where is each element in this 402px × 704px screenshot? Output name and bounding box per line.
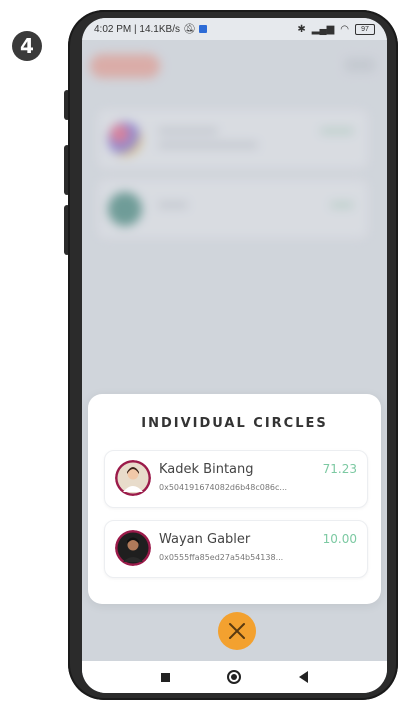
step-badge: 4: [12, 31, 42, 61]
close-icon: [229, 623, 245, 639]
status-time: 4:02 PM | 14.1KB/s: [94, 23, 180, 35]
home-icon[interactable]: [227, 670, 242, 684]
back-icon[interactable]: [299, 671, 309, 683]
circle-value: 71.23: [322, 462, 357, 476]
avatar: [115, 460, 151, 496]
circle-value: 10.00: [322, 532, 357, 546]
signal-icon: ▂▄▆: [311, 23, 335, 35]
wifi-icon: ◠: [340, 23, 349, 35]
close-button[interactable]: [218, 612, 256, 650]
notification-icon: [198, 25, 207, 33]
battery-icon: 97: [355, 23, 375, 35]
circle-member-name: Kadek Bintang: [159, 462, 254, 477]
muted-icon: 🔕︎: [182, 23, 196, 35]
phone-screen: 4:02 PM | 14.1KB/s 🔕︎ ✱ ▂▄▆ ◠ 97 INDIVID…: [82, 18, 387, 693]
status-left: 4:02 PM | 14.1KB/s 🔕︎: [94, 24, 207, 35]
status-right: ✱ ▂▄▆ ◠ 97: [297, 23, 375, 35]
circle-member-name: Wayan Gabler: [159, 532, 251, 547]
modal-title: INDIVIDUAL CIRCLES: [141, 416, 328, 431]
avatar: [115, 530, 151, 566]
recent-apps-icon[interactable]: [160, 672, 170, 682]
status-bar: 4:02 PM | 14.1KB/s 🔕︎ ✱ ▂▄▆ ◠ 97: [82, 18, 387, 40]
individual-circles-modal: INDIVIDUAL CIRCLES Kadek Bintang 0x50419…: [88, 394, 381, 604]
circle-wallet-address: 0x504191674082d6b48c086c...: [159, 483, 288, 492]
bluetooth-icon: ✱: [297, 23, 306, 35]
circle-list-item[interactable]: Wayan Gabler 0x0555ffa85ed27a54b54138...…: [104, 520, 368, 578]
circle-wallet-address: 0x0555ffa85ed27a54b54138...: [159, 553, 284, 562]
system-nav-bar: [82, 661, 387, 693]
circle-list-item[interactable]: Kadek Bintang 0x504191674082d6b48c086c..…: [104, 450, 368, 508]
